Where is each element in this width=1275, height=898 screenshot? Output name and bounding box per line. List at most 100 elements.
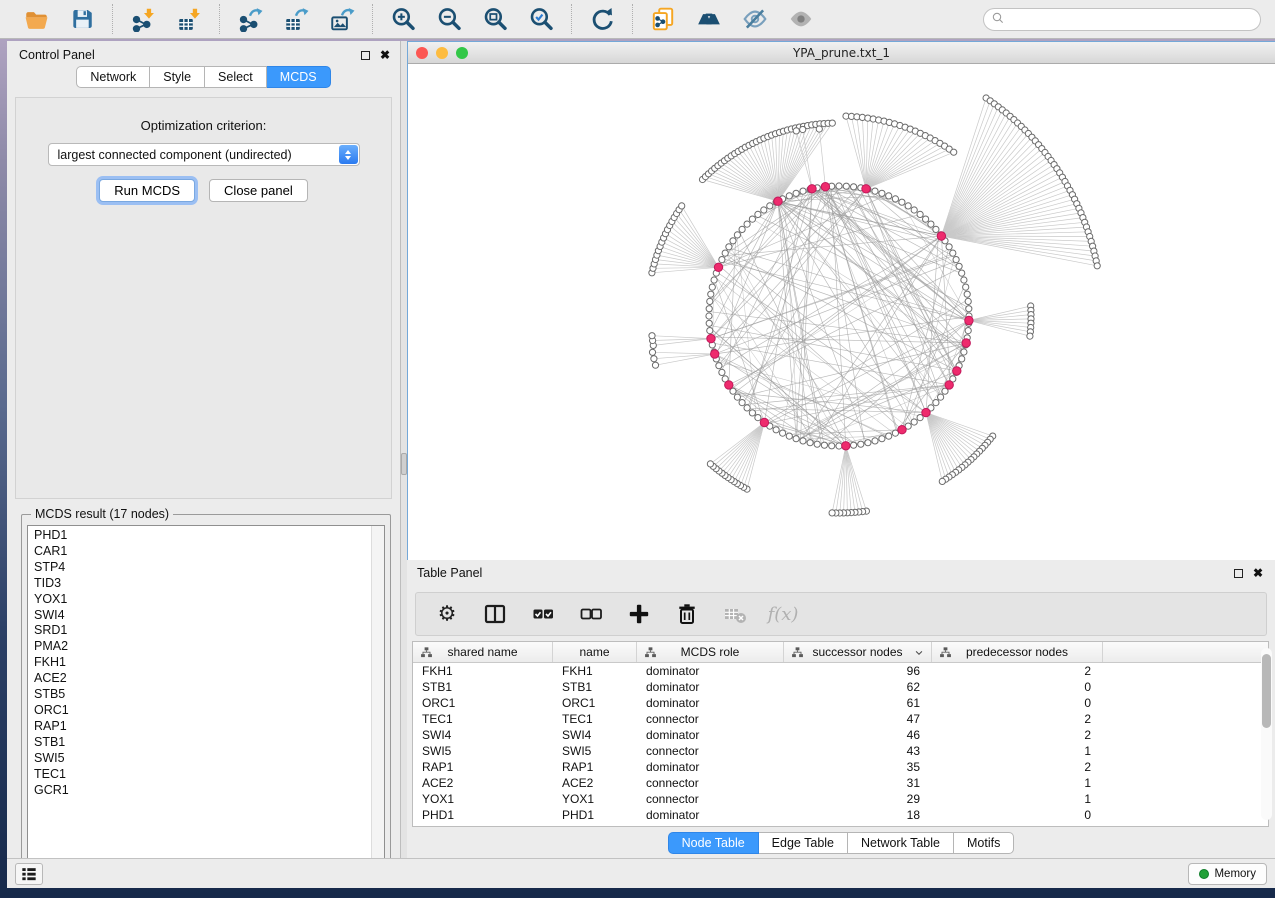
mcds-result-list[interactable]: PHD1CAR1STP4TID3YOX1SWI4SRD1PMA2FKH1ACE2…: [27, 525, 385, 871]
network-node[interactable]: [726, 244, 732, 250]
table-row[interactable]: STB1STB1dominator620: [413, 679, 1268, 695]
mcds-result-item[interactable]: TID3: [34, 576, 384, 592]
network-node[interactable]: [734, 394, 740, 400]
network-node[interactable]: [707, 328, 713, 334]
network-node[interactable]: [749, 410, 755, 416]
mcds-result-item[interactable]: TEC1: [34, 767, 384, 783]
network-node[interactable]: [872, 438, 878, 444]
clone-network-button[interactable]: [649, 5, 677, 33]
table-scrollbar[interactable]: [1261, 648, 1272, 820]
network-node[interactable]: [959, 356, 965, 362]
hide-selected-button[interactable]: [741, 5, 769, 33]
column-layout-button[interactable]: [482, 601, 508, 627]
run-mcds-button[interactable]: Run MCDS: [99, 179, 195, 202]
network-node[interactable]: [734, 232, 740, 238]
network-node[interactable]: [739, 226, 745, 232]
table-row[interactable]: ORC1ORC1dominator610: [413, 695, 1268, 711]
network-node[interactable]: [679, 203, 685, 209]
mcds-result-item[interactable]: GCR1: [34, 783, 384, 799]
mcds-result-item[interactable]: CAR1: [34, 544, 384, 560]
network-node[interactable]: [800, 188, 806, 194]
table-row[interactable]: RAP1RAP1dominator352: [413, 759, 1268, 775]
network-node[interactable]: [749, 216, 755, 222]
network-node[interactable]: [886, 433, 892, 439]
network-hub-node[interactable]: [821, 183, 829, 191]
network-node[interactable]: [651, 356, 657, 362]
network-node[interactable]: [950, 250, 956, 256]
network-hub-node[interactable]: [842, 442, 850, 450]
network-node[interactable]: [965, 328, 971, 334]
mcds-result-item[interactable]: PMA2: [34, 639, 384, 655]
panel-list-button[interactable]: [15, 863, 43, 885]
network-hub-node[interactable]: [945, 381, 953, 389]
mcds-result-item[interactable]: RAP1: [34, 719, 384, 735]
network-node[interactable]: [961, 349, 967, 355]
network-node[interactable]: [816, 126, 822, 132]
network-node[interactable]: [708, 291, 714, 297]
network-node[interactable]: [814, 441, 820, 447]
network-view-canvas[interactable]: [408, 64, 1275, 560]
zoom-in-button[interactable]: [389, 5, 417, 33]
mcds-result-item[interactable]: STP4: [34, 560, 384, 576]
table-row[interactable]: SWI4SWI4dominator462: [413, 727, 1268, 743]
network-node[interactable]: [793, 128, 799, 134]
network-node[interactable]: [879, 436, 885, 442]
network-node[interactable]: [652, 362, 658, 368]
memory-button[interactable]: Memory: [1188, 863, 1267, 885]
deselect-all-button[interactable]: [578, 601, 604, 627]
network-hub-node[interactable]: [714, 263, 722, 271]
mcds-result-item[interactable]: STB5: [34, 687, 384, 703]
tab-edge-table[interactable]: Edge Table: [759, 832, 848, 854]
add-column-button[interactable]: [626, 601, 652, 627]
column-header-shared-name[interactable]: shared name: [413, 642, 553, 662]
network-node[interactable]: [761, 207, 767, 213]
network-hub-node[interactable]: [965, 316, 973, 324]
network-node[interactable]: [961, 277, 967, 283]
network-hub-node[interactable]: [953, 367, 961, 375]
mcds-result-item[interactable]: SRD1: [34, 623, 384, 639]
network-node[interactable]: [716, 363, 722, 369]
network-node[interactable]: [851, 184, 857, 190]
close-panel-button[interactable]: Close panel: [209, 179, 308, 202]
zoom-out-button[interactable]: [435, 5, 463, 33]
delete-column-button[interactable]: [674, 601, 700, 627]
network-node[interactable]: [709, 284, 715, 290]
export-network-button[interactable]: [236, 5, 264, 33]
network-node[interactable]: [917, 211, 923, 217]
network-hub-node[interactable]: [937, 232, 945, 240]
show-all-button[interactable]: [787, 5, 815, 33]
open-file-button[interactable]: [22, 5, 50, 33]
column-header-successor-nodes[interactable]: successor nodes: [784, 642, 932, 662]
network-hub-node[interactable]: [922, 408, 930, 416]
network-node[interactable]: [865, 440, 871, 446]
network-node[interactable]: [966, 306, 972, 312]
table-settings-button[interactable]: ⚙: [434, 601, 460, 627]
network-node[interactable]: [829, 510, 835, 516]
import-network-button[interactable]: [129, 5, 157, 33]
network-node[interactable]: [964, 291, 970, 297]
float-panel-icon[interactable]: [361, 51, 370, 60]
column-header-MCDS-role[interactable]: MCDS role: [637, 642, 784, 662]
tab-mcds[interactable]: MCDS: [267, 66, 331, 88]
column-header-name[interactable]: name: [553, 642, 637, 662]
mcds-result-item[interactable]: SWI5: [34, 751, 384, 767]
network-node[interactable]: [786, 433, 792, 439]
network-node[interactable]: [872, 188, 878, 194]
mcds-list-scrollbar[interactable]: [371, 526, 384, 870]
network-node[interactable]: [886, 193, 892, 199]
network-node[interactable]: [707, 461, 713, 467]
network-node[interactable]: [938, 394, 944, 400]
network-node[interactable]: [928, 221, 934, 227]
table-row[interactable]: PHD1PHD1dominator180: [413, 807, 1268, 823]
network-hub-node[interactable]: [760, 418, 768, 426]
tab-network-table[interactable]: Network Table: [848, 832, 954, 854]
network-node[interactable]: [892, 196, 898, 202]
network-node[interactable]: [829, 443, 835, 449]
network-node[interactable]: [744, 405, 750, 411]
network-hub-node[interactable]: [774, 197, 782, 205]
table-row[interactable]: ACE2ACE2connector311: [413, 775, 1268, 791]
network-node[interactable]: [939, 478, 945, 484]
network-node[interactable]: [905, 203, 911, 209]
network-node[interactable]: [793, 436, 799, 442]
network-node[interactable]: [843, 183, 849, 189]
